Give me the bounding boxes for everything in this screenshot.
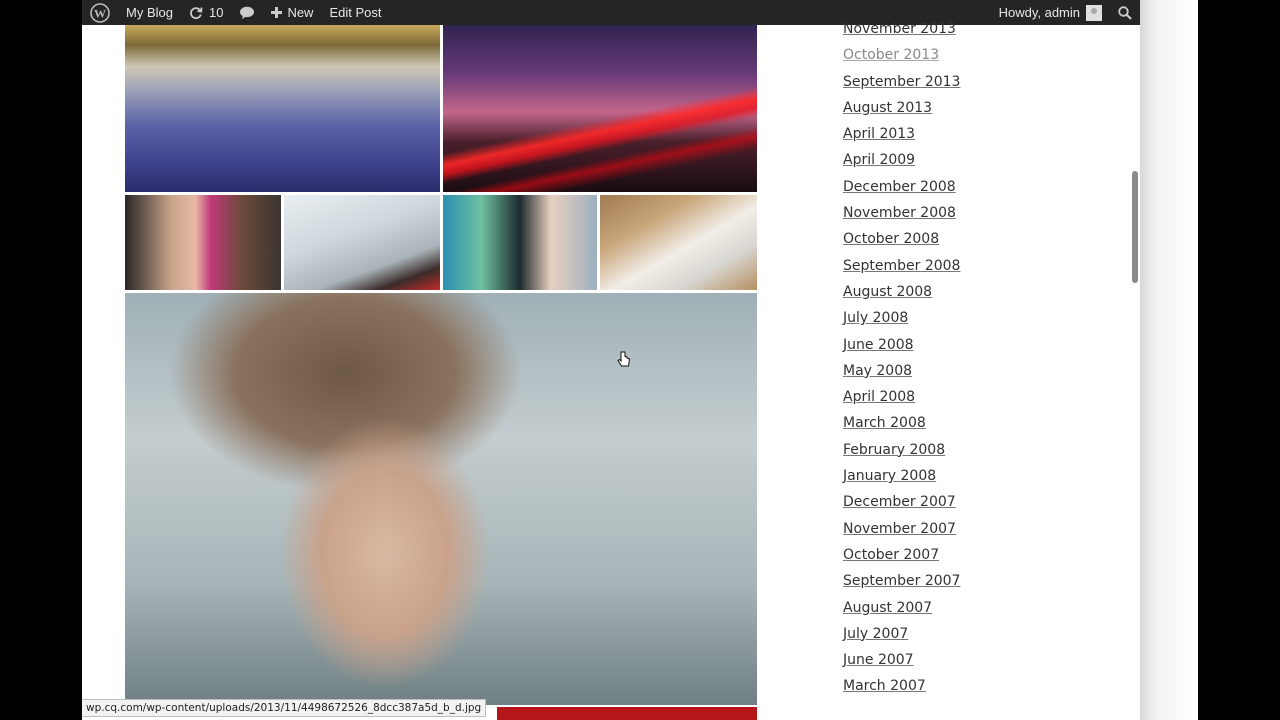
archive-item-label[interactable]: April 2013 <box>843 126 915 142</box>
site-name-link[interactable]: My Blog <box>118 0 181 25</box>
archive-item-label[interactable]: April 2009 <box>843 152 915 168</box>
archive-item[interactable]: March 2008 <box>843 410 1043 436</box>
search-icon <box>1118 5 1132 20</box>
archive-item-label[interactable]: August 2007 <box>843 600 932 616</box>
scrollbar-thumb[interactable] <box>1132 171 1138 283</box>
archive-item[interactable]: February 2008 <box>843 437 1043 463</box>
gallery-image-dancer[interactable] <box>125 195 281 290</box>
archive-item[interactable]: June 2008 <box>843 332 1043 358</box>
browser-viewport: W My Blog 10 New Edit Post Howdy, admin … <box>82 0 1140 720</box>
updates-count: 10 <box>208 5 224 20</box>
archive-item[interactable]: August 2007 <box>843 595 1043 621</box>
archive-item-label[interactable]: October 2007 <box>843 547 939 563</box>
archive-item-label[interactable]: August 2008 <box>843 284 932 300</box>
gallery-image-motion-blur-landscape[interactable] <box>125 25 440 192</box>
archive-item-label[interactable]: June 2007 <box>843 652 914 668</box>
archive-item-label[interactable]: July 2007 <box>843 626 908 642</box>
comment-bubble-icon <box>239 6 255 20</box>
wordpress-logo-icon[interactable]: W <box>82 0 118 25</box>
archive-item-label[interactable]: December 2008 <box>843 179 956 195</box>
archive-item-label[interactable]: November 2008 <box>843 205 956 221</box>
archive-item-label[interactable]: September 2008 <box>843 258 960 274</box>
gallery-content <box>125 25 757 720</box>
archive-item[interactable]: November 2013 <box>843 16 1043 42</box>
archive-item[interactable]: April 2009 <box>843 147 1043 173</box>
status-url-bar: wp.cq.com/wp-content/uploads/2013/11/449… <box>82 699 487 717</box>
archive-item[interactable]: October 2008 <box>843 226 1043 252</box>
edit-post-link[interactable]: Edit Post <box>321 0 389 25</box>
edit-post-label: Edit Post <box>329 5 382 20</box>
archives-list: November 2013 October 2013 September 2013 A… <box>843 16 1043 700</box>
archive-item[interactable]: October 2013 <box>843 42 1043 68</box>
archive-item[interactable]: September 2008 <box>843 253 1043 279</box>
refresh-icon <box>189 6 203 20</box>
gallery-image-baby-in-box[interactable] <box>600 195 757 290</box>
archive-item-label[interactable]: April 2008 <box>843 389 915 405</box>
archive-item-label[interactable]: October 2013 <box>843 47 939 63</box>
archive-item-label[interactable]: December 2007 <box>843 494 956 510</box>
gallery-image-woman-portrait[interactable] <box>125 293 757 705</box>
archive-item[interactable]: October 2007 <box>843 542 1043 568</box>
gallery-image-red-partial[interactable] <box>497 707 757 720</box>
window-edge-shadow <box>1140 0 1198 720</box>
archive-item-label[interactable]: February 2008 <box>843 442 945 458</box>
archive-item-label[interactable]: March 2008 <box>843 415 926 431</box>
archive-item-label[interactable]: November 2007 <box>843 521 956 537</box>
gallery-image-light-trails-road[interactable] <box>443 25 757 192</box>
archive-item-label[interactable]: August 2013 <box>843 100 932 116</box>
archive-item-label[interactable]: June 2008 <box>843 337 914 353</box>
archive-item[interactable]: September 2013 <box>843 69 1043 95</box>
archive-item[interactable]: January 2008 <box>843 463 1043 489</box>
archive-item[interactable]: April 2008 <box>843 384 1043 410</box>
new-content-link[interactable]: New <box>263 0 321 25</box>
page-scrollbar[interactable] <box>1130 25 1140 720</box>
archive-item[interactable]: May 2008 <box>843 358 1043 384</box>
svg-text:W: W <box>94 6 106 20</box>
archive-item[interactable]: December 2007 <box>843 489 1043 515</box>
archive-item-label[interactable]: November 2013 <box>843 21 956 37</box>
archive-item[interactable]: April 2013 <box>843 121 1043 147</box>
new-label: New <box>287 5 314 20</box>
archive-item-label[interactable]: March 2007 <box>843 678 926 694</box>
archive-item[interactable]: July 2008 <box>843 305 1043 331</box>
archive-item-label[interactable]: January 2008 <box>843 468 936 484</box>
plus-icon <box>271 7 283 18</box>
hand-pointer-cursor-icon <box>617 351 631 369</box>
archive-item[interactable]: December 2008 <box>843 174 1043 200</box>
archive-item[interactable]: August 2013 <box>843 95 1043 121</box>
archive-item[interactable]: July 2007 <box>843 621 1043 647</box>
archive-item[interactable]: September 2007 <box>843 568 1043 594</box>
admin-search-button[interactable] <box>1110 0 1140 25</box>
updates-link[interactable]: 10 <box>181 0 231 25</box>
avatar <box>1086 4 1102 21</box>
archive-item-label[interactable]: September 2007 <box>843 573 960 589</box>
site-name-label: My Blog <box>126 5 173 20</box>
gallery-image-dj-turntables[interactable] <box>284 195 440 290</box>
archive-item-label[interactable]: May 2008 <box>843 363 912 379</box>
archive-item[interactable]: March 2007 <box>843 673 1043 699</box>
archive-item-label[interactable]: September 2013 <box>843 74 960 90</box>
archive-item[interactable]: August 2008 <box>843 279 1043 305</box>
comments-link[interactable] <box>231 0 263 25</box>
archive-item-label[interactable]: July 2008 <box>843 310 908 326</box>
archive-item[interactable]: November 2007 <box>843 516 1043 542</box>
archive-item-label[interactable]: October 2008 <box>843 231 939 247</box>
gallery-image-couple[interactable] <box>443 195 597 290</box>
archive-item[interactable]: November 2008 <box>843 200 1043 226</box>
archive-item[interactable]: June 2007 <box>843 647 1043 673</box>
